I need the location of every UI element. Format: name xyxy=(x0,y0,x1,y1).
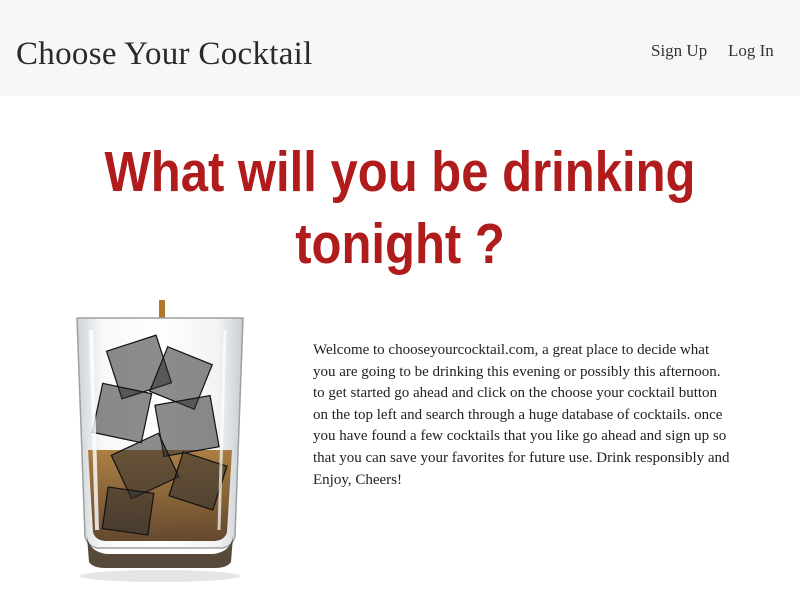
nav-log-in-link[interactable]: Log In xyxy=(728,41,774,61)
navbar: Choose Your Cocktail Sign Up Log In xyxy=(0,0,800,96)
whiskey-glass-illustration xyxy=(76,300,244,582)
nav-sign-up-link[interactable]: Sign Up xyxy=(651,41,707,61)
headline-line-1: What will you be drinking xyxy=(104,140,696,204)
whiskey-glass-image xyxy=(55,300,265,584)
intro-paragraph: Welcome to chooseyourcocktail.com, a gre… xyxy=(313,342,730,488)
brand-link[interactable]: Choose Your Cocktail xyxy=(16,36,313,73)
page-headline: What will you be drinking tonight ? xyxy=(56,136,744,280)
headline-line-2: tonight ? xyxy=(295,212,505,276)
